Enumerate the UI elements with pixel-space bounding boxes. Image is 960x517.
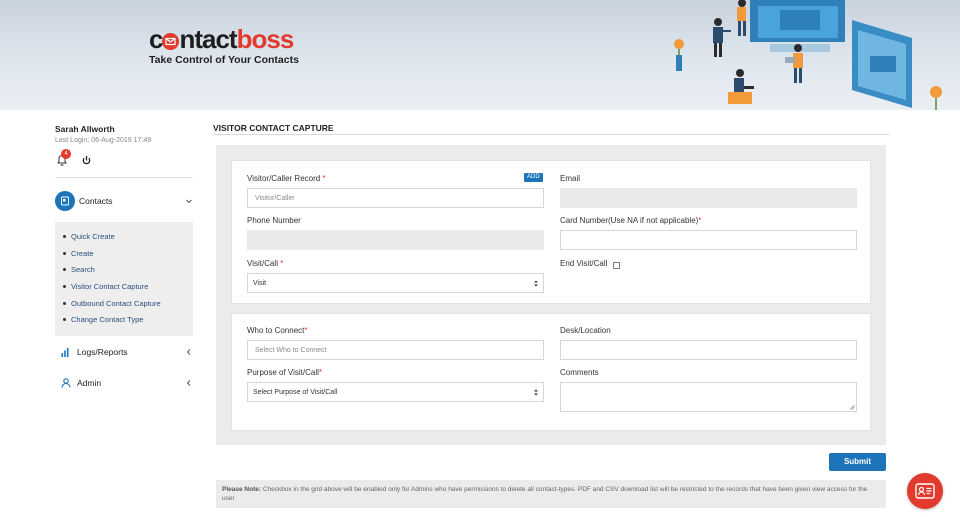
select-arrows-icon [534,280,538,287]
add-visitor-button[interactable]: ADD [524,173,543,182]
user-icon [61,378,71,388]
visit-call-select[interactable]: Visit [247,273,544,293]
submenu-item-label: Visitor Contact Capture [71,281,149,291]
bar-chart-icon [61,347,69,357]
logo-text-c: c [149,24,164,54]
note-prefix: Please Note: [222,486,262,493]
submenu-item-quick-create[interactable]: Quick Create [55,228,193,245]
required-mark: * [698,216,702,225]
title-divider [213,134,889,135]
desk-location-label: Desk/Location [560,326,611,335]
logo-text-ntact: ntact [179,24,237,54]
purpose-select[interactable]: Select Purpose of Visit/Call [247,382,544,402]
banner-illustration [674,0,942,110]
card-number-input[interactable] [560,230,857,250]
visitor-details-card: Visitor/Caller Record * ADD Visitor/Call… [231,160,871,304]
submenu-item-visitor-contact-capture[interactable]: Visitor Contact Capture [55,278,193,295]
sidebar: Sarah Allworth Last Login: 06-Aug-2019 1… [55,124,193,393]
chevron-left-icon [186,380,191,386]
end-visit-call-label: End Visit/Call [560,259,608,268]
logo-tagline: Take Control of Your Contacts [149,54,299,66]
email-field [560,188,857,208]
please-note: Please Note: Checkbox in the grid above … [216,480,886,508]
logo-envelope-icon [162,33,180,50]
last-login: Last Login: 06-Aug-2019 17:49 [55,137,152,144]
chevron-left-icon [186,349,191,355]
sidebar-divider [55,177,193,178]
phone-number-label: Phone Number [247,216,301,225]
bullet-icon [63,301,66,305]
submenu-item-outbound-contact-capture[interactable]: Outbound Contact Capture [55,295,193,312]
visitor-caller-label: Visitor/Caller Record * [247,174,326,183]
id-card-icon [915,483,935,499]
page-title: VISITOR CONTACT CAPTURE [213,123,334,133]
purpose-label-text: Purpose of Visit/Call [247,368,319,377]
phone-number-field [247,230,544,250]
visit-call-selected-value: Visit [253,280,267,287]
notification-badge: 4 [61,149,71,159]
connection-details-card: Who to Connect* Select Who to Connect De… [231,313,871,431]
submenu-item-label: Create [71,248,94,258]
contact-card-icon [55,191,75,211]
bullet-icon [63,251,66,255]
submenu-item-change-contact-type[interactable]: Change Contact Type [55,311,193,328]
user-name: Sarah Allworth [55,124,115,134]
contactboss-logo[interactable]: c ntactboss Take Control of Your Contacts [149,26,299,66]
visitor-caller-label-text: Visitor/Caller Record [247,174,321,183]
email-label: Email [560,174,581,183]
bullet-icon [63,234,66,238]
bullet-icon [63,318,66,322]
sidebar-item-contacts[interactable]: Contacts [55,186,193,216]
submit-button[interactable]: Submit [829,453,886,471]
required-mark: * [322,174,326,183]
submenu-item-label: Search [71,265,95,275]
header-banner: c ntactboss Take Control of Your Contacts [0,0,960,110]
sidebar-item-admin[interactable]: Admin [55,373,193,393]
note-text: Checkbox in the grid above will be enabl… [222,486,868,502]
who-to-connect-input[interactable]: Select Who to Connect [247,340,544,360]
required-mark: * [304,326,308,335]
resize-handle-icon[interactable] [849,404,855,410]
form-container: Visitor/Caller Record * ADD Visitor/Call… [216,145,886,445]
who-to-connect-label: Who to Connect* [247,326,308,335]
purpose-selected-value: Select Purpose of Visit/Call [253,389,338,396]
logo-text-boss: boss [236,24,295,54]
submenu-item-label: Quick Create [71,231,115,241]
comments-textarea[interactable] [560,382,857,412]
visit-call-label-text: Visit/Call [247,259,278,268]
comments-label: Comments [560,368,599,377]
card-number-label-text: Card Number(Use NA if not applicable) [560,216,699,225]
purpose-label: Purpose of Visit/Call* [247,368,322,377]
submenu-item-label: Outbound Contact Capture [71,298,161,308]
sidebar-item-label: Logs/Reports [77,347,128,358]
user-actions: 4 [55,149,193,175]
sidebar-item-logs-reports[interactable]: Logs/Reports [55,342,193,362]
bullet-icon [63,268,66,272]
end-visit-call-checkbox[interactable] [613,262,620,269]
sidebar-item-label: Admin [77,378,102,389]
required-mark: * [280,259,284,268]
select-arrows-icon [534,389,538,396]
submenu-item-label: Change Contact Type [71,315,144,325]
required-mark: * [318,368,323,377]
sidebar-item-label: Contacts [79,196,113,206]
who-to-connect-label-text: Who to Connect [247,326,305,335]
id-card-fab-button[interactable] [907,473,943,509]
chevron-down-icon [186,199,192,204]
submenu-item-search[interactable]: Search [55,261,193,278]
power-icon[interactable] [81,155,92,166]
bullet-icon [63,284,66,288]
visit-call-label: Visit/Call * [247,259,283,268]
submenu-item-create[interactable]: Create [55,245,193,262]
desk-location-input[interactable] [560,340,857,360]
visitor-caller-input[interactable]: Visitor/Caller [247,188,544,208]
card-number-label: Card Number(Use NA if not applicable)* [560,216,701,225]
contacts-submenu: Quick Create Create Search Visitor Conta… [55,222,193,337]
